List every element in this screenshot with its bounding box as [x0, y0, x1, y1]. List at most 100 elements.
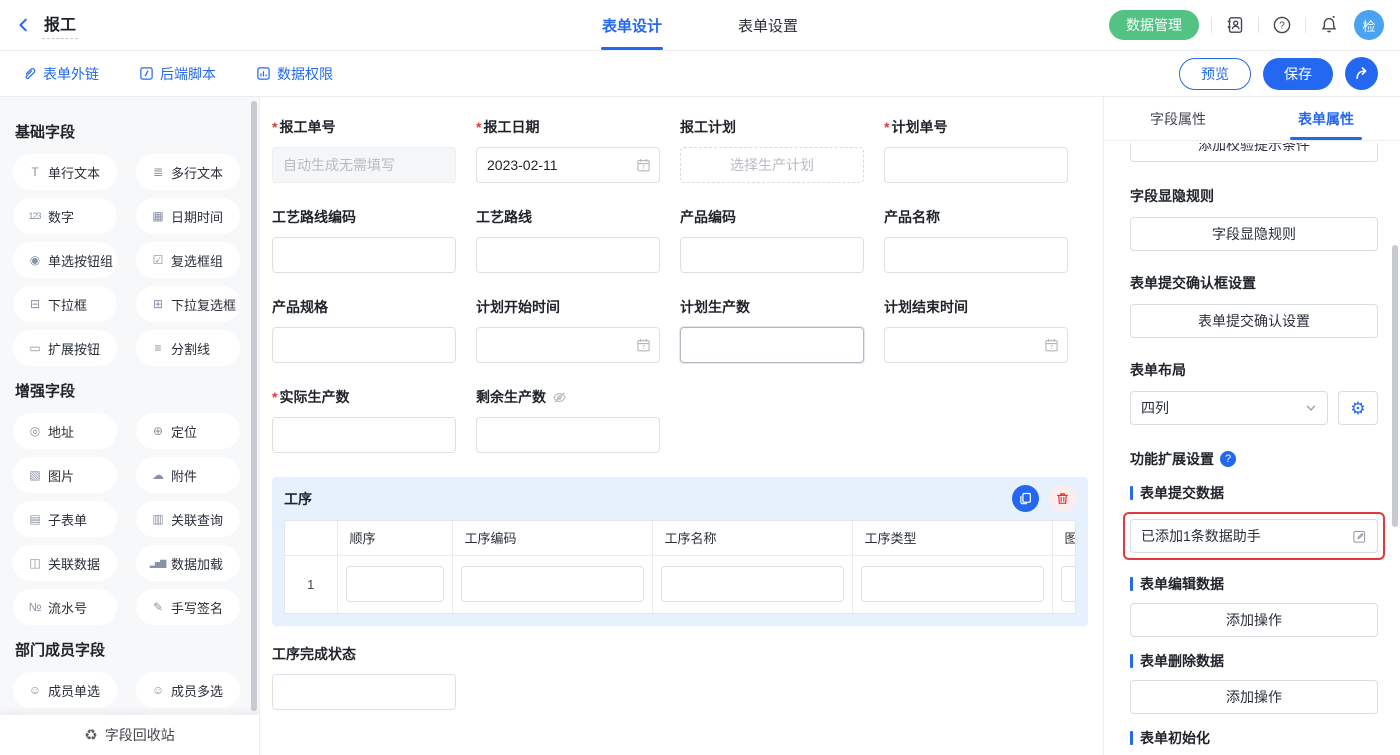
report-plan-picker[interactable]: [680, 147, 864, 183]
product-code-input[interactable]: [680, 237, 864, 273]
help-icon[interactable]: ?: [1271, 14, 1293, 36]
field-item-signature[interactable]: ✎手写签名: [136, 589, 240, 625]
add-action-button-delete[interactable]: 添加操作: [1130, 680, 1378, 714]
process-type-input[interactable]: [861, 566, 1044, 602]
field-item-data-load[interactable]: ▂▅▇数据加载: [136, 545, 240, 581]
help-badge-icon[interactable]: ?: [1220, 451, 1236, 467]
process-code-input[interactable]: [461, 566, 644, 602]
plan-number-input[interactable]: [884, 147, 1068, 183]
report-plan-picker-el[interactable]: [681, 148, 863, 182]
actual-qty-input[interactable]: [272, 417, 456, 453]
product-name-input-el[interactable]: [885, 238, 1067, 272]
field-item-single-line-text[interactable]: T单行文本: [13, 154, 117, 190]
report-date-input-el[interactable]: [477, 148, 659, 182]
report-date-input[interactable]: 7: [476, 147, 660, 183]
data-assistant-button[interactable]: 已添加1条数据助手: [1130, 519, 1378, 553]
form-title[interactable]: 报工: [42, 11, 78, 39]
copy-icon[interactable]: [1012, 485, 1039, 512]
subform-process[interactable]: 工序 顺序: [272, 477, 1088, 626]
product-code-input-el[interactable]: [681, 238, 863, 272]
plan-number-input-el[interactable]: [885, 148, 1067, 182]
field-actual-qty[interactable]: *实际生产数: [272, 387, 456, 453]
edit-icon[interactable]: [1352, 529, 1367, 544]
field-product-name[interactable]: 产品名称: [884, 207, 1068, 273]
field-remaining-qty[interactable]: 剩余生产数: [476, 387, 660, 453]
add-action-button-edit[interactable]: 添加操作: [1130, 603, 1378, 637]
user-avatar[interactable]: 检: [1354, 10, 1384, 40]
tab-form-properties[interactable]: 表单属性: [1252, 97, 1400, 140]
field-item-attachment[interactable]: ☁附件: [136, 457, 240, 493]
field-item-checkbox-group[interactable]: ☑复选框组: [136, 242, 240, 278]
visibility-rule-button[interactable]: 字段显隐规则: [1130, 217, 1378, 251]
field-plan-qty[interactable]: 计划生产数: [680, 297, 864, 363]
process-name-input[interactable]: [661, 566, 844, 602]
field-product-spec[interactable]: 产品规格: [272, 297, 456, 363]
remaining-qty-input-el[interactable]: [477, 418, 659, 452]
process-status-input-el[interactable]: [273, 675, 455, 709]
field-process-status[interactable]: 工序完成状态: [272, 644, 456, 710]
field-item-member-multi[interactable]: ☺成员多选: [136, 672, 240, 708]
remaining-qty-input[interactable]: [476, 417, 660, 453]
field-item-extend-button[interactable]: ▭扩展按钮: [13, 330, 117, 366]
tab-form-settings[interactable]: 表单设置: [738, 0, 798, 50]
plan-end-time-input-el[interactable]: [885, 328, 1067, 362]
field-item-geolocation[interactable]: ⊕定位: [136, 413, 240, 449]
product-name-input[interactable]: [884, 237, 1068, 273]
field-item-linked-query[interactable]: ▥关联查询: [136, 501, 240, 537]
field-item-number[interactable]: 123数字: [13, 198, 117, 234]
actual-qty-input-el[interactable]: [273, 418, 455, 452]
plan-qty-input[interactable]: [680, 327, 864, 363]
trash-icon[interactable]: [1049, 485, 1076, 512]
field-route-code[interactable]: 工艺路线编码: [272, 207, 456, 273]
field-report-date[interactable]: *报工日期 7: [476, 117, 660, 183]
share-button[interactable]: [1345, 57, 1378, 90]
field-recycle-bin[interactable]: ♻ 字段回收站: [0, 715, 259, 755]
address-book-icon[interactable]: [1224, 14, 1246, 36]
preview-button[interactable]: 预览: [1179, 58, 1251, 90]
backend-script[interactable]: 后端脚本: [139, 64, 216, 84]
field-plan-number[interactable]: *计划单号: [884, 117, 1068, 183]
field-item-linked-data[interactable]: ◫关联数据: [13, 545, 117, 581]
product-spec-input-el[interactable]: [273, 328, 455, 362]
back-button[interactable]: 报工: [16, 11, 78, 39]
field-item-dropdown[interactable]: ⊟下拉框: [13, 286, 117, 322]
route-input[interactable]: [476, 237, 660, 273]
tab-field-properties[interactable]: 字段属性: [1104, 97, 1252, 140]
data-manage-button[interactable]: 数据管理: [1109, 10, 1199, 40]
calendar-icon[interactable]: 7: [636, 338, 651, 353]
field-item-image[interactable]: ▧图片: [13, 457, 117, 493]
field-item-multi-dropdown[interactable]: ⊞下拉复选框: [136, 286, 240, 322]
product-spec-input[interactable]: [272, 327, 456, 363]
notification-bell-icon[interactable]: [1318, 14, 1340, 36]
field-plan-start-time[interactable]: 计划开始时间 7: [476, 297, 660, 363]
save-button[interactable]: 保存: [1263, 58, 1333, 90]
tab-form-design[interactable]: 表单设计: [602, 0, 662, 50]
order-input[interactable]: [346, 566, 444, 602]
field-item-serial-number[interactable]: №流水号: [13, 589, 117, 625]
field-item-subform[interactable]: ▤子表单: [13, 501, 117, 537]
drawing-input[interactable]: [1061, 566, 1077, 602]
route-input-el[interactable]: [477, 238, 659, 272]
plan-qty-input-el[interactable]: [681, 328, 863, 362]
panel-scrollbar[interactable]: [1392, 245, 1398, 527]
field-item-datetime[interactable]: ▦日期时间: [136, 198, 240, 234]
field-item-address[interactable]: ◎地址: [13, 413, 117, 449]
form-external-link[interactable]: 表单外链: [22, 64, 99, 84]
route-code-input-el[interactable]: [273, 238, 455, 272]
field-item-radio-group[interactable]: ◉单选按钮组: [13, 242, 117, 278]
field-item-multi-line-text[interactable]: ≣多行文本: [136, 154, 240, 190]
field-plan-end-time[interactable]: 计划结束时间 7: [884, 297, 1068, 363]
route-code-input[interactable]: [272, 237, 456, 273]
submit-confirm-button[interactable]: 表单提交确认设置: [1130, 304, 1378, 338]
field-report-plan[interactable]: 报工计划: [680, 117, 864, 183]
field-item-divider[interactable]: ≡分割线: [136, 330, 240, 366]
field-product-code[interactable]: 产品编码: [680, 207, 864, 273]
layout-settings-button[interactable]: ⚙: [1338, 391, 1378, 425]
process-status-input[interactable]: [272, 674, 456, 710]
data-permission[interactable]: 数据权限: [256, 64, 333, 84]
field-route[interactable]: 工艺路线: [476, 207, 660, 273]
plan-start-time-input-el[interactable]: [477, 328, 659, 362]
calendar-icon[interactable]: 7: [1044, 338, 1059, 353]
add-validation-condition-button[interactable]: 添加校验提示条件: [1130, 143, 1378, 162]
form-canvas[interactable]: *报工单号 *报工日期 7 报工计划: [260, 97, 1103, 755]
